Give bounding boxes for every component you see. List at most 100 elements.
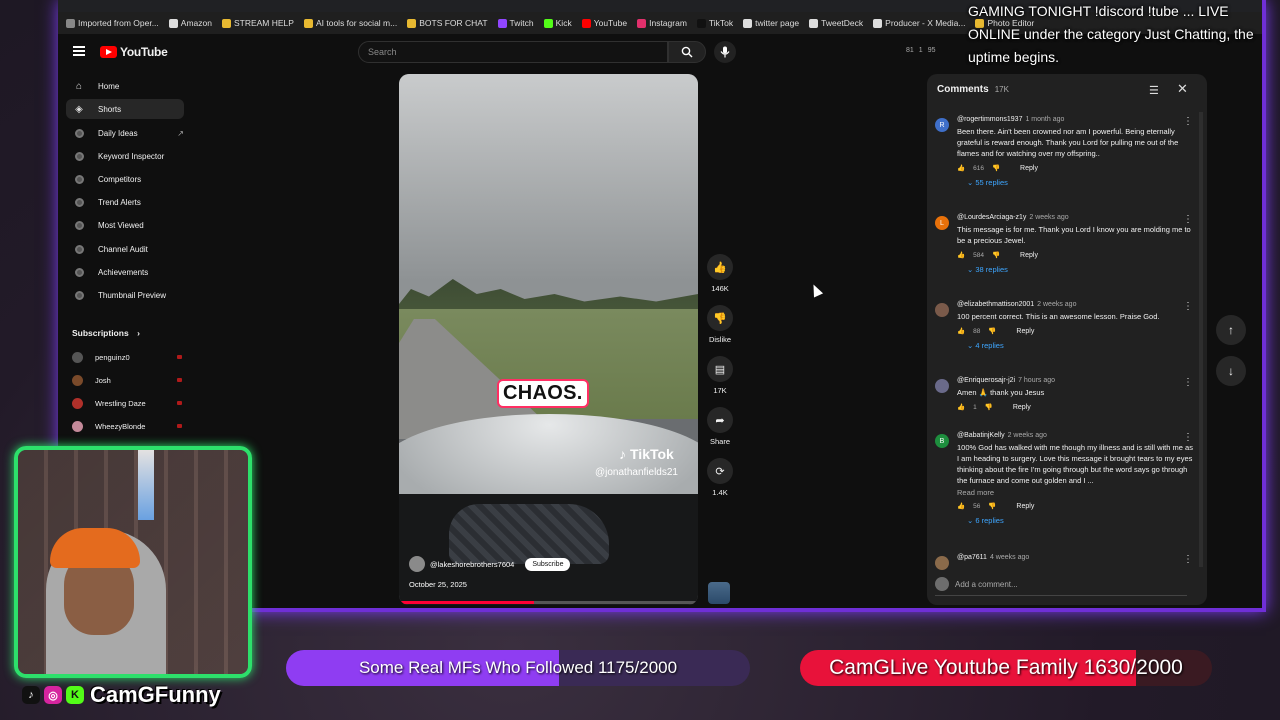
comment-menu-icon[interactable]: ⋮: [1183, 377, 1193, 388]
bookmark-item[interactable]: YouTube: [581, 18, 627, 28]
view-replies-button[interactable]: ⌄ 55 replies: [967, 178, 1193, 187]
bookmark-item[interactable]: twitter page: [743, 18, 799, 28]
comment-item: ⋮ @Enriquerosajr-j2i 7 hours ago Amen 🙏 tha…: [935, 377, 1193, 411]
thumbs-down-icon[interactable]: 👎: [988, 327, 996, 335]
comment-author[interactable]: @LourdesArciaga-z1y: [957, 214, 1026, 221]
bookmark-item[interactable]: Amazon: [168, 18, 212, 28]
subscription-item[interactable]: Josh: [72, 372, 182, 388]
commenter-avatar[interactable]: [935, 303, 949, 317]
comment-author[interactable]: @pa7611: [957, 554, 987, 561]
thumbs-up-icon[interactable]: 👍: [707, 254, 733, 280]
thumbs-up-icon[interactable]: 👍: [957, 502, 965, 510]
subscribe-button[interactable]: Subscribe: [525, 557, 571, 571]
thumbs-down-icon[interactable]: 👎: [707, 305, 733, 331]
sound-thumbnail[interactable]: [708, 582, 730, 604]
bookmark-item[interactable]: Twitch: [497, 18, 534, 28]
read-more-link[interactable]: Read more: [957, 488, 1193, 497]
view-replies-button[interactable]: ⌄ 4 replies: [967, 341, 1193, 350]
thumbs-up-icon[interactable]: 👍: [957, 403, 965, 411]
commenter-avatar[interactable]: [935, 379, 949, 393]
bookmark-item[interactable]: Imported from Oper...: [66, 18, 159, 28]
comment-author[interactable]: @rogertimmons1937: [957, 116, 1022, 123]
thumbs-up-icon[interactable]: 👍: [957, 251, 965, 259]
commenter-avatar[interactable]: B: [935, 434, 949, 448]
youtube-logo[interactable]: YouTube: [100, 45, 168, 59]
sidebar-item-achievements[interactable]: Achievements: [66, 262, 184, 282]
video-progress-bar[interactable]: [399, 601, 698, 604]
comment-menu-icon[interactable]: ⋮: [1183, 214, 1193, 225]
sidebar-item-label: Thumbnail Preview: [98, 290, 167, 300]
bookmark-item[interactable]: BOTS FOR CHAT: [407, 18, 488, 28]
bookmark-item[interactable]: AI tools for social m...: [303, 18, 397, 28]
sidebar-item-shorts[interactable]: ◈ Shorts: [66, 99, 184, 119]
commenter-avatar[interactable]: L: [935, 216, 949, 230]
thumbs-down-icon[interactable]: 👎: [992, 251, 1000, 259]
share-icon[interactable]: ➦: [707, 407, 733, 433]
thumbs-up-icon[interactable]: 👍: [957, 327, 965, 335]
voice-search-button[interactable]: [714, 41, 736, 63]
subscription-item[interactable]: Wrestling Daze: [72, 395, 182, 411]
bookmark-item[interactable]: TweetDeck: [809, 18, 863, 28]
bookmark-item[interactable]: Kick: [543, 18, 572, 28]
menu-icon[interactable]: [73, 46, 85, 56]
channel-avatar[interactable]: [409, 556, 425, 572]
comment-menu-icon[interactable]: ⋮: [1183, 554, 1193, 565]
bookmark-label: Amazon: [180, 18, 212, 28]
view-replies-button[interactable]: ⌄ 38 replies: [967, 265, 1193, 274]
reply-button[interactable]: Reply: [1016, 328, 1034, 335]
channel-name[interactable]: @lakeshorebrothers7604: [430, 560, 514, 569]
view-replies-button[interactable]: ⌄ 6 replies: [967, 516, 1193, 525]
sidebar-item-most-viewed[interactable]: Most Viewed: [66, 215, 184, 235]
thumbs-down-icon[interactable]: 👎: [985, 403, 993, 411]
comment-author[interactable]: @elizabethmattison2001: [957, 301, 1034, 308]
commenter-avatar[interactable]: [935, 556, 949, 570]
search-button[interactable]: [668, 41, 706, 63]
commenter-avatar[interactable]: R: [935, 118, 949, 132]
dislike-action[interactable]: 👎 Dislike: [703, 305, 737, 344]
bookmark-item[interactable]: Instagram: [637, 18, 687, 28]
bookmark-item[interactable]: Producer - X Media...: [873, 18, 965, 28]
header-stat: 95: [927, 47, 936, 54]
shorts-video-player[interactable]: CHAOS. ♪ TikTok @jonathanfields21 @lakes…: [399, 74, 698, 605]
search-icon: [681, 46, 693, 58]
sidebar-item-competitors[interactable]: Competitors: [66, 169, 184, 189]
comment-author[interactable]: @BabatinjKelly: [957, 432, 1005, 439]
thumbs-down-icon[interactable]: 👎: [992, 164, 1000, 172]
add-comment-field[interactable]: Add a comment...: [935, 577, 1187, 596]
like-action[interactable]: 👍 146K: [703, 254, 737, 293]
sidebar-item-thumbnail-preview[interactable]: Thumbnail Preview: [66, 285, 184, 305]
reply-button[interactable]: Reply: [1013, 404, 1031, 411]
reply-button[interactable]: Reply: [1020, 252, 1038, 259]
comment-icon[interactable]: ▤: [707, 356, 733, 382]
comment-time: 2 weeks ago: [1007, 432, 1047, 439]
comments-action[interactable]: ▤ 17K: [703, 356, 737, 395]
sidebar-item-home[interactable]: ⌂ Home: [66, 76, 184, 96]
sort-icon[interactable]: ☰: [1149, 84, 1159, 97]
comment-author[interactable]: @Enriquerosajr-j2i: [957, 377, 1015, 384]
comment-menu-icon[interactable]: ⋮: [1183, 301, 1193, 312]
comment-item: B ⋮ @BabatinjKelly 2 weeks ago 100% God has …: [935, 432, 1193, 525]
thumbs-up-icon[interactable]: 👍: [957, 164, 965, 172]
reply-button[interactable]: Reply: [1016, 503, 1034, 510]
subscriptions-heading[interactable]: Subscriptions ›: [72, 328, 140, 338]
sidebar-item-keyword-inspector[interactable]: Keyword Inspector: [66, 146, 184, 166]
sidebar-item-channel-audit[interactable]: Channel Audit: [66, 239, 184, 259]
close-icon[interactable]: ✕: [1177, 81, 1188, 97]
remix-icon[interactable]: ⟳: [707, 458, 733, 484]
subscription-item[interactable]: WheezyBlonde: [72, 418, 182, 434]
share-action[interactable]: ➦ Share: [703, 407, 737, 446]
comments-scrollbar[interactable]: [1199, 112, 1203, 567]
bookmark-item[interactable]: STREAM HELP: [221, 18, 294, 28]
reply-button[interactable]: Reply: [1020, 165, 1038, 172]
bookmark-item[interactable]: TikTok: [696, 18, 733, 28]
sidebar-item-daily-ideas[interactable]: Daily Ideas ↗: [66, 123, 184, 143]
previous-short-button[interactable]: ↑: [1216, 315, 1246, 345]
sidebar-item-trend-alerts[interactable]: Trend Alerts: [66, 192, 184, 212]
remix-action[interactable]: ⟳ 1.4K: [703, 458, 737, 497]
next-short-button[interactable]: ↓: [1216, 356, 1246, 386]
thumbs-down-icon[interactable]: 👎: [988, 502, 996, 510]
search-input[interactable]: Search: [358, 41, 668, 63]
comment-menu-icon[interactable]: ⋮: [1183, 432, 1193, 443]
comment-menu-icon[interactable]: ⋮: [1183, 116, 1193, 127]
subscription-item[interactable]: penguinz0: [72, 349, 182, 365]
